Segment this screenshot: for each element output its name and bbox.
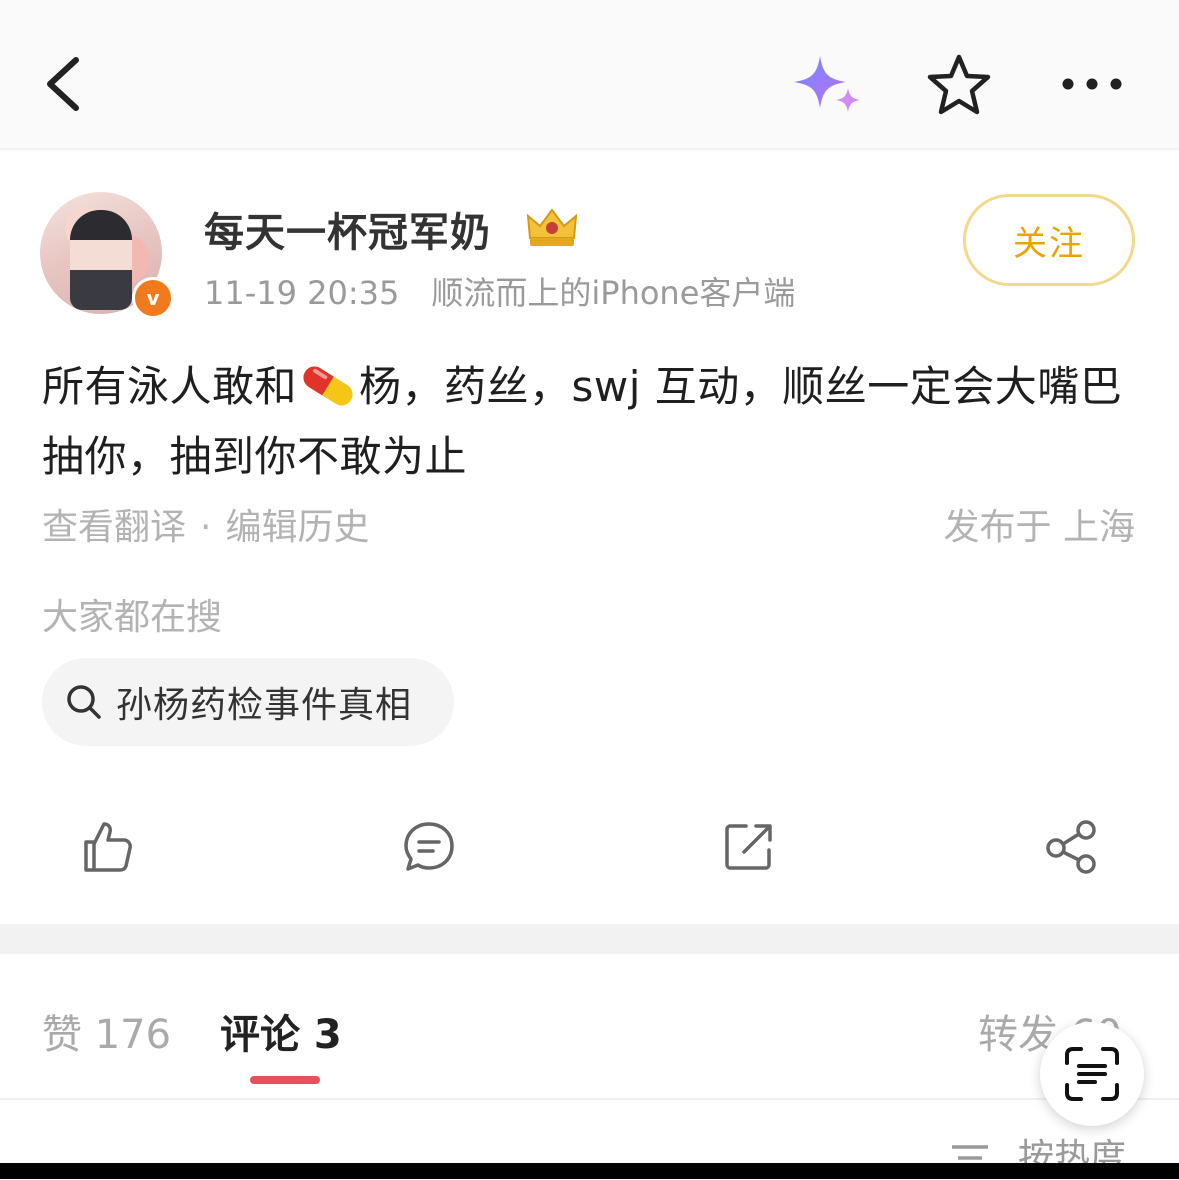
active-tab-indicator	[250, 1076, 320, 1084]
thumbs-up-icon[interactable]	[78, 818, 136, 876]
sparkle-icon[interactable]	[790, 52, 866, 118]
chevron-left-icon[interactable]	[40, 52, 90, 116]
post-text-actions: 查看翻译 · 编辑历史	[42, 498, 369, 550]
star-outline-icon[interactable]	[926, 52, 992, 118]
tab-likes[interactable]: 赞 176	[42, 1002, 171, 1060]
section-divider	[0, 924, 1179, 954]
bottom-edge-bar	[0, 1163, 1179, 1179]
crown-icon[interactable]	[524, 204, 580, 250]
author-name[interactable]: 每天一杯冠军奶	[204, 200, 491, 258]
scan-text-icon	[1065, 1047, 1119, 1101]
trending-title: 大家都在搜	[42, 597, 223, 638]
translate-link[interactable]: 查看翻译	[42, 507, 186, 548]
post-meta: 11-19 20:35 顺流而上的iPhone客户端	[204, 268, 795, 314]
scan-text-button[interactable]	[1040, 1022, 1144, 1126]
more-horizontal-icon[interactable]	[1060, 72, 1124, 96]
avatar-photo	[70, 210, 132, 310]
tabs-divider	[0, 1098, 1179, 1100]
post-location: 发布于 上海	[943, 507, 1135, 548]
share-icon[interactable]	[1042, 818, 1100, 876]
comment-icon[interactable]	[400, 818, 458, 876]
search-icon	[67, 685, 101, 719]
top-nav-bar	[0, 0, 1179, 150]
edit-history-link[interactable]: 编辑历史	[225, 507, 369, 548]
separator-dot: ·	[200, 507, 212, 548]
repost-icon[interactable]	[720, 818, 778, 876]
post-text-part-1: 所有泳人敢和	[42, 362, 298, 411]
post-text: 所有泳人敢和 杨，药丝，swj 互动，顺丝一定会大嘴巴抽你，抽到你不敢为止	[42, 352, 1142, 492]
follow-button[interactable]: 关注	[963, 194, 1135, 286]
tab-comments[interactable]: 评论 3	[220, 1002, 342, 1060]
post-source: 顺流而上的iPhone客户端	[431, 274, 796, 312]
pill-icon	[303, 366, 353, 406]
verified-v-icon: v	[132, 277, 174, 319]
trending-search-label: 孙杨药检事件真相	[116, 685, 413, 726]
trending-search-chip[interactable]: 孙杨药检事件真相	[42, 658, 454, 746]
post-time: 11-19 20:35	[204, 274, 400, 312]
